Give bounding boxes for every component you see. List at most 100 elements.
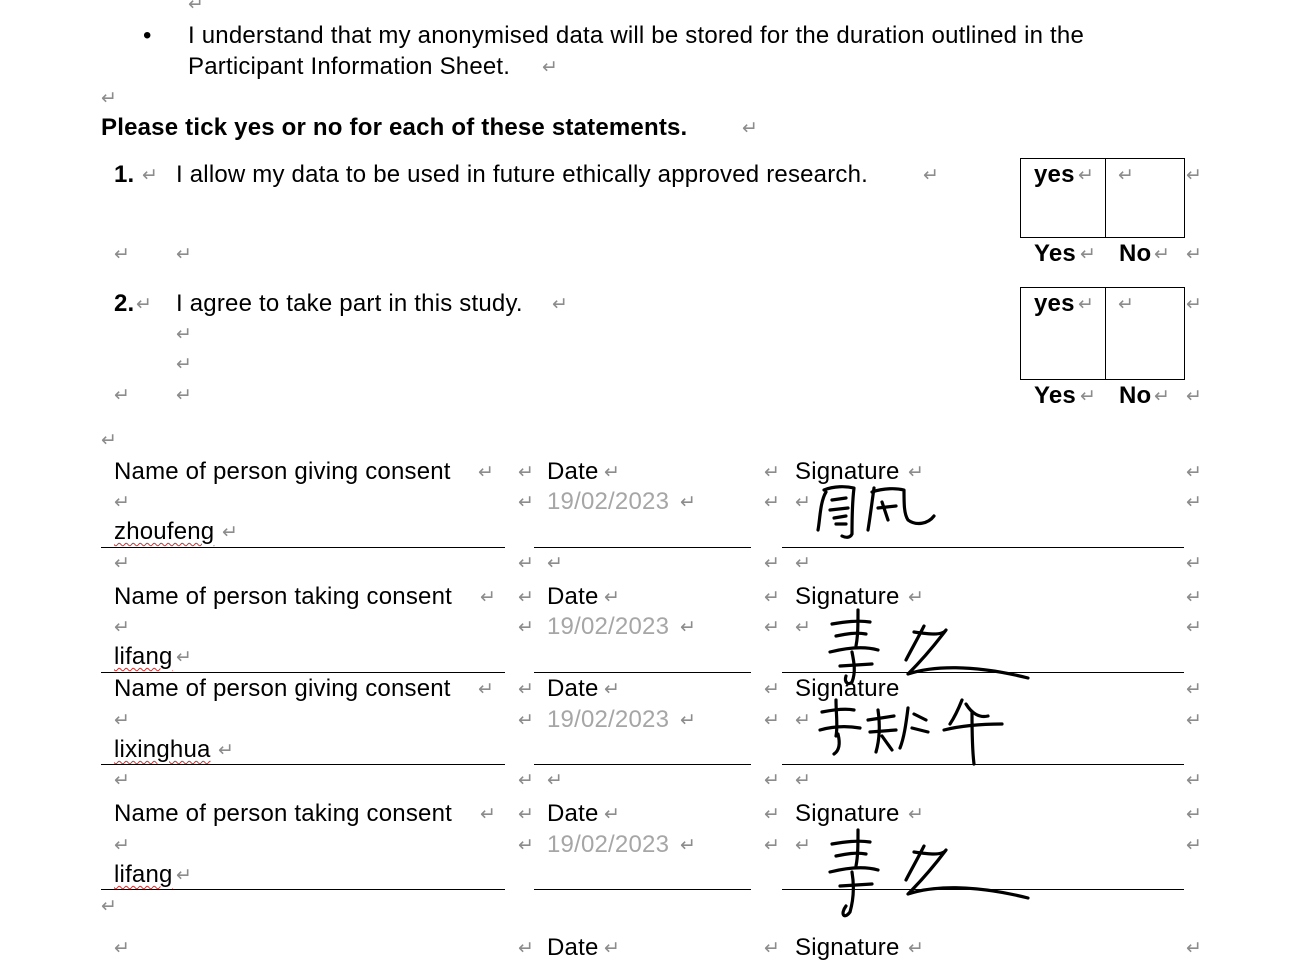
paragraph-mark: ↵ [101,430,117,451]
paragraph-mark: ↵ [542,57,558,78]
instruction-heading: Please tick yes or no for each of these … [101,114,688,141]
cell-mark: ↵ [480,587,496,608]
yes-label: Yes [1034,240,1076,267]
cell-mark: ↵ [1078,294,1094,315]
paragraph-mark: ↵ [114,710,130,731]
row-end-mark: ↵ [1186,462,1202,483]
cell-mark: ↵ [764,462,780,483]
date-underline [534,672,751,673]
cell-mark: ↵ [547,553,563,574]
cell-mark: ↵ [114,385,130,406]
cell-mark: ↵ [764,835,780,856]
cell-mark: ↵ [518,938,534,959]
signature-underline [782,547,1184,548]
statement-text: I agree to take part in this study. [176,290,523,317]
cell-mark: ↵ [222,522,238,543]
date-underline [534,764,751,765]
name-value[interactable]: lifang [114,860,173,890]
cell-mark: ↵ [923,165,939,186]
name-label: Name of person taking consent [114,800,452,827]
cell-mark: ↵ [764,679,780,700]
cell-mark: ↵ [1118,165,1134,186]
paragraph-mark: ↵ [742,118,758,139]
name-underline [101,672,505,673]
no-checkbox-1[interactable] [1105,158,1185,238]
cell-mark: ↵ [114,553,130,574]
cell-mark: ↵ [136,294,152,315]
name-label: Name of person giving consent [114,675,451,702]
row-end-mark: ↵ [1186,386,1202,407]
row-end-mark: ↵ [1186,710,1202,731]
paragraph-mark: ↵ [176,324,192,345]
cell-mark: ↵ [518,835,534,856]
yes-label: Yes [1034,382,1076,409]
signature-zhoufeng [816,485,936,539]
statement-text: I allow my data to be used in future eth… [176,161,869,188]
cell-mark: ↵ [218,740,234,761]
name-value[interactable]: lifang [114,642,173,672]
paragraph-mark: ↵ [114,492,130,513]
cell-mark: ↵ [604,938,620,959]
row-end-mark: ↵ [1186,804,1202,825]
date-value[interactable]: 19/02/2023 [547,705,669,735]
date-underline [534,889,751,890]
cell-mark: ↵ [764,617,780,638]
cell-mark: ↵ [795,770,811,791]
cell-mark: ↵ [478,462,494,483]
cell-mark: ↵ [518,492,534,513]
date-label: Date [547,800,599,827]
cell-mark: ↵ [908,462,924,483]
cell-mark: ↵ [764,938,780,959]
row-end-mark: ↵ [1186,587,1202,608]
intro-line-1: I understand that my anonymised data wil… [188,22,1084,49]
cell-mark: ↵ [547,770,563,791]
cell-mark: ↵ [680,492,696,513]
row-end-mark: ↵ [1186,679,1202,700]
cell-mark: ↵ [1078,165,1094,186]
date-label: Date [547,675,599,702]
cell-mark: ↵ [908,804,924,825]
cell-mark: ↵ [114,770,130,791]
paragraph-mark: ↵ [176,354,192,375]
cell-mark: ↵ [604,587,620,608]
name-value[interactable]: zhoufeng [114,517,214,547]
row-end-mark: ↵ [1186,938,1202,959]
cell-mark: ↵ [680,617,696,638]
paragraph-mark: ↵ [795,492,811,513]
name-underline [101,889,505,890]
cell-mark: ↵ [764,804,780,825]
cell-mark: ↵ [176,244,192,265]
paragraph-mark: ↵ [795,710,811,731]
bullet-glyph: • [143,22,152,49]
row-end-mark: ↵ [1186,835,1202,856]
date-value[interactable]: 19/02/2023 [547,612,669,642]
cell-mark: ↵ [518,617,534,638]
cell-mark: ↵ [552,294,568,315]
cell-mark: ↵ [518,679,534,700]
row-end-mark: ↵ [1186,770,1202,791]
paragraph-mark: ↵ [795,617,811,638]
date-label: Date [547,934,599,961]
name-label: Name of person giving consent [114,458,451,485]
row-end-mark: ↵ [1186,244,1202,265]
date-value[interactable]: 19/02/2023 [547,487,669,517]
cell-mark: ↵ [518,770,534,791]
date-value[interactable]: 19/02/2023 [547,830,669,860]
cell-mark: ↵ [518,553,534,574]
row-end-mark: ↵ [1186,492,1202,513]
signature-label: Signature [795,934,900,961]
cell-mark: ↵ [518,804,534,825]
cell-mark: ↵ [1118,294,1134,315]
cell-mark: ↵ [764,710,780,731]
cell-mark: ↵ [114,244,130,265]
date-label: Date [547,458,599,485]
paragraph-mark: ↵ [114,617,130,638]
cell-mark: ↵ [764,587,780,608]
paragraph-mark: ↵ [114,835,130,856]
cell-mark: ↵ [604,462,620,483]
name-value[interactable]: lixinghua [114,735,211,765]
cell-mark: ↵ [680,710,696,731]
no-checkbox-2[interactable] [1105,287,1185,380]
paragraph-mark: ↵ [101,88,117,109]
cell-mark: ↵ [1080,244,1096,265]
